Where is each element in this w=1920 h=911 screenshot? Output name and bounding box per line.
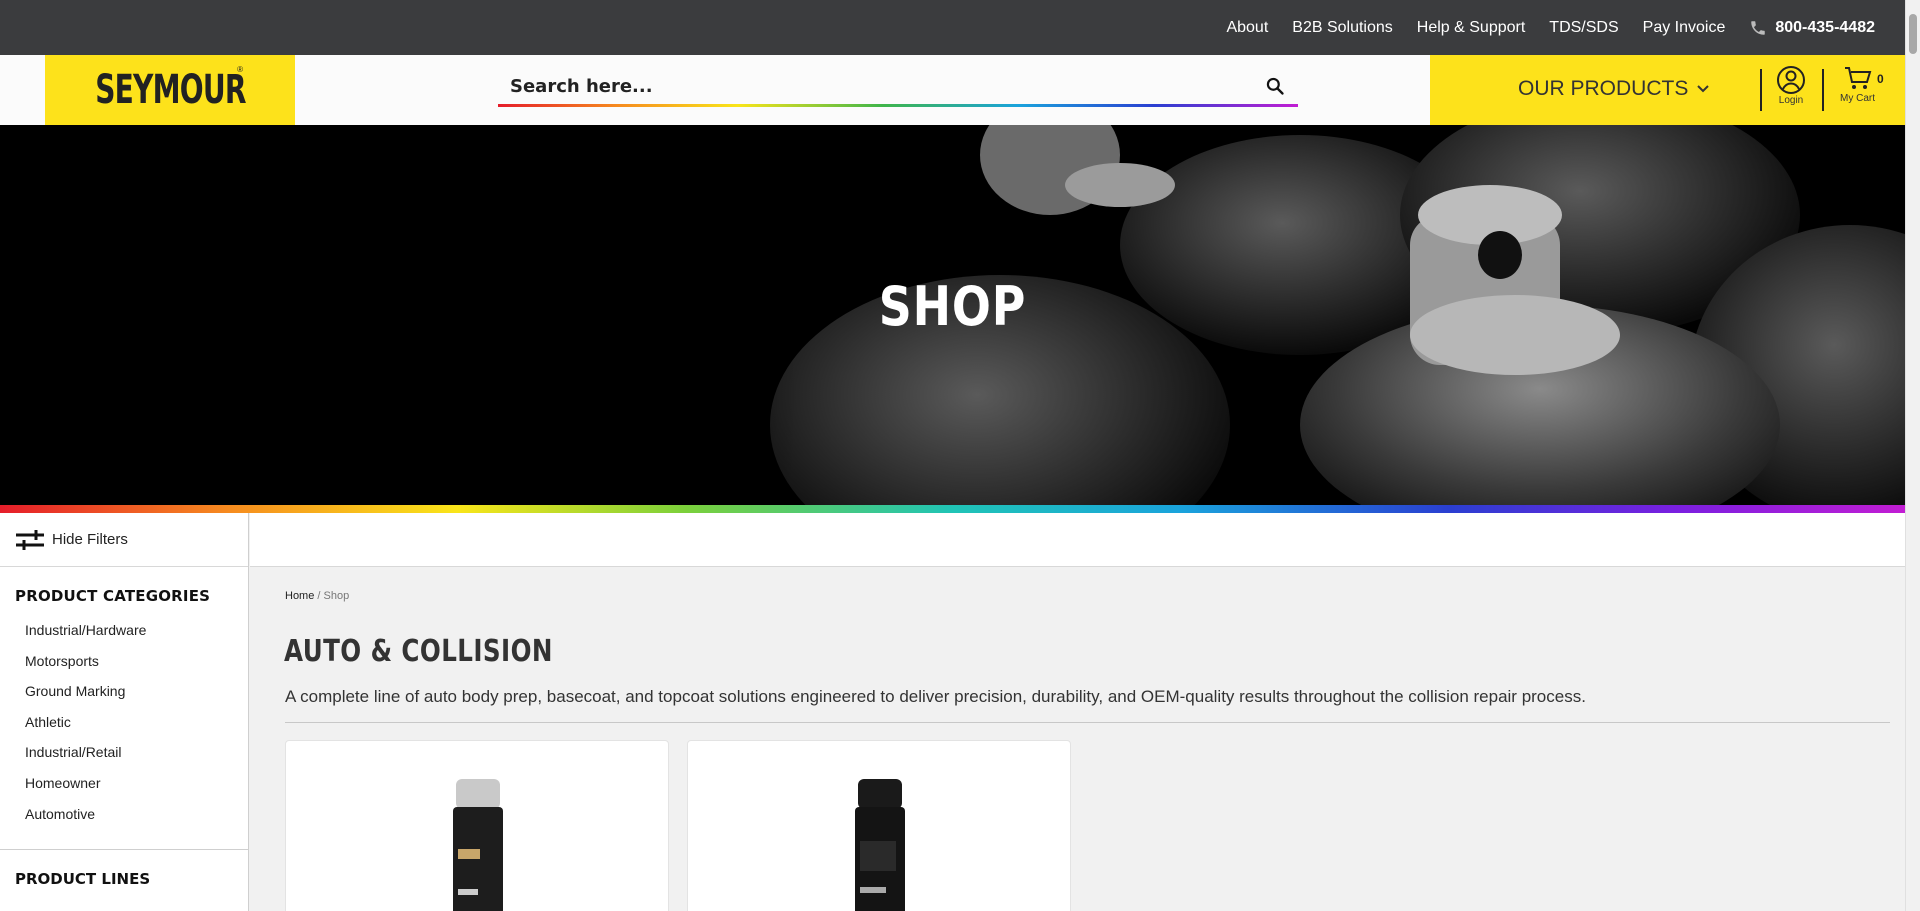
products-panel: OUR PRODUCTS Login My Cart	[1430, 55, 1905, 125]
category-item-motorsports[interactable]: Motorsports	[25, 646, 248, 677]
rainbow-stripe	[0, 505, 1905, 513]
page-scrollbar[interactable]	[1905, 0, 1920, 911]
search-bar[interactable]: Search here...	[498, 67, 1298, 107]
pay-invoice-link[interactable]: Pay Invoice	[1643, 19, 1726, 37]
category-item-homeowner[interactable]: Homeowner	[25, 768, 248, 799]
product-lines-heading[interactable]: PRODUCT LINES	[15, 870, 150, 888]
user-icon	[1777, 66, 1805, 94]
login-button[interactable]: Login	[1776, 65, 1806, 106]
hide-filters-label: Hide Filters	[52, 531, 128, 548]
chevron-down-icon	[1697, 85, 1710, 93]
about-link[interactable]: About	[1226, 19, 1268, 37]
category-item-industrial-retail[interactable]: Industrial/Retail	[25, 737, 248, 768]
sidebar-divider	[0, 849, 249, 850]
breadcrumb-home[interactable]: Home	[285, 590, 314, 602]
hero-title: SHOP	[878, 275, 1027, 338]
filter-sliders-icon	[16, 529, 44, 550]
category-item-athletic[interactable]: Athletic	[25, 707, 248, 738]
search-input[interactable]: Search here...	[498, 76, 1260, 97]
search-rainbow-underline	[498, 104, 1298, 107]
category-item-automotive[interactable]: Automotive	[25, 799, 248, 830]
hide-filters-button[interactable]: Hide Filters	[0, 513, 248, 567]
product-categories-heading: PRODUCT CATEGORIES	[15, 587, 211, 605]
logo[interactable]: SEYMOUR ®	[45, 55, 295, 125]
cart-count-badge: 0	[1877, 72, 1884, 86]
tds-sds-link[interactable]: TDS/SDS	[1549, 19, 1618, 37]
top-utility-bar: About B2B Solutions Help & Support TDS/S…	[0, 0, 1905, 55]
b2b-solutions-link[interactable]: B2B Solutions	[1292, 19, 1393, 37]
our-products-label: OUR PRODUCTS	[1518, 77, 1689, 100]
category-item-industrial-hardware[interactable]: Industrial/Hardware	[25, 615, 248, 646]
product-card[interactable]	[285, 740, 669, 911]
title-divider	[285, 722, 1890, 723]
phone-link[interactable]: 800-435-4482	[1749, 19, 1875, 37]
filter-sidebar: Hide Filters PRODUCT CATEGORIES Industri…	[0, 513, 249, 911]
category-item-ground-marking[interactable]: Ground Marking	[25, 676, 248, 707]
page-title: AUTO & COLLISION	[284, 634, 553, 669]
shop-page: About B2B Solutions Help & Support TDS/S…	[0, 0, 1920, 911]
login-label: Login	[1778, 95, 1804, 106]
cart-label: My Cart	[1840, 93, 1875, 104]
main-toolbar	[250, 513, 1905, 567]
header-divider	[1822, 69, 1824, 111]
our-products-menu[interactable]: OUR PRODUCTS	[1518, 77, 1710, 101]
scrollbar-thumb[interactable]	[1909, 14, 1917, 54]
cart-icon	[1844, 67, 1871, 89]
product-can-image	[453, 779, 503, 911]
help-support-link[interactable]: Help & Support	[1417, 19, 1526, 37]
category-list: Industrial/Hardware Motorsports Ground M…	[0, 605, 248, 829]
phone-icon	[1751, 20, 1766, 35]
registered-mark-icon: ®	[237, 65, 243, 74]
header-divider	[1760, 69, 1762, 111]
breadcrumb-current: Shop	[323, 590, 350, 602]
page-description: A complete line of auto body prep, basec…	[285, 687, 1586, 706]
product-can-image	[855, 779, 905, 911]
breadcrumb: Home / Shop	[285, 590, 349, 602]
product-card[interactable]	[687, 740, 1071, 911]
main-header: SEYMOUR ® Search here... OUR PRODUCTS Lo…	[0, 55, 1905, 125]
breadcrumb-separator: /	[314, 590, 324, 602]
logo-text: SEYMOUR	[94, 67, 246, 113]
phone-number: 800-435-4482	[1775, 18, 1875, 36]
cart-button[interactable]: My Cart	[1840, 65, 1875, 104]
search-icon[interactable]	[1260, 71, 1290, 101]
hero-banner: SHOP	[0, 125, 1905, 505]
